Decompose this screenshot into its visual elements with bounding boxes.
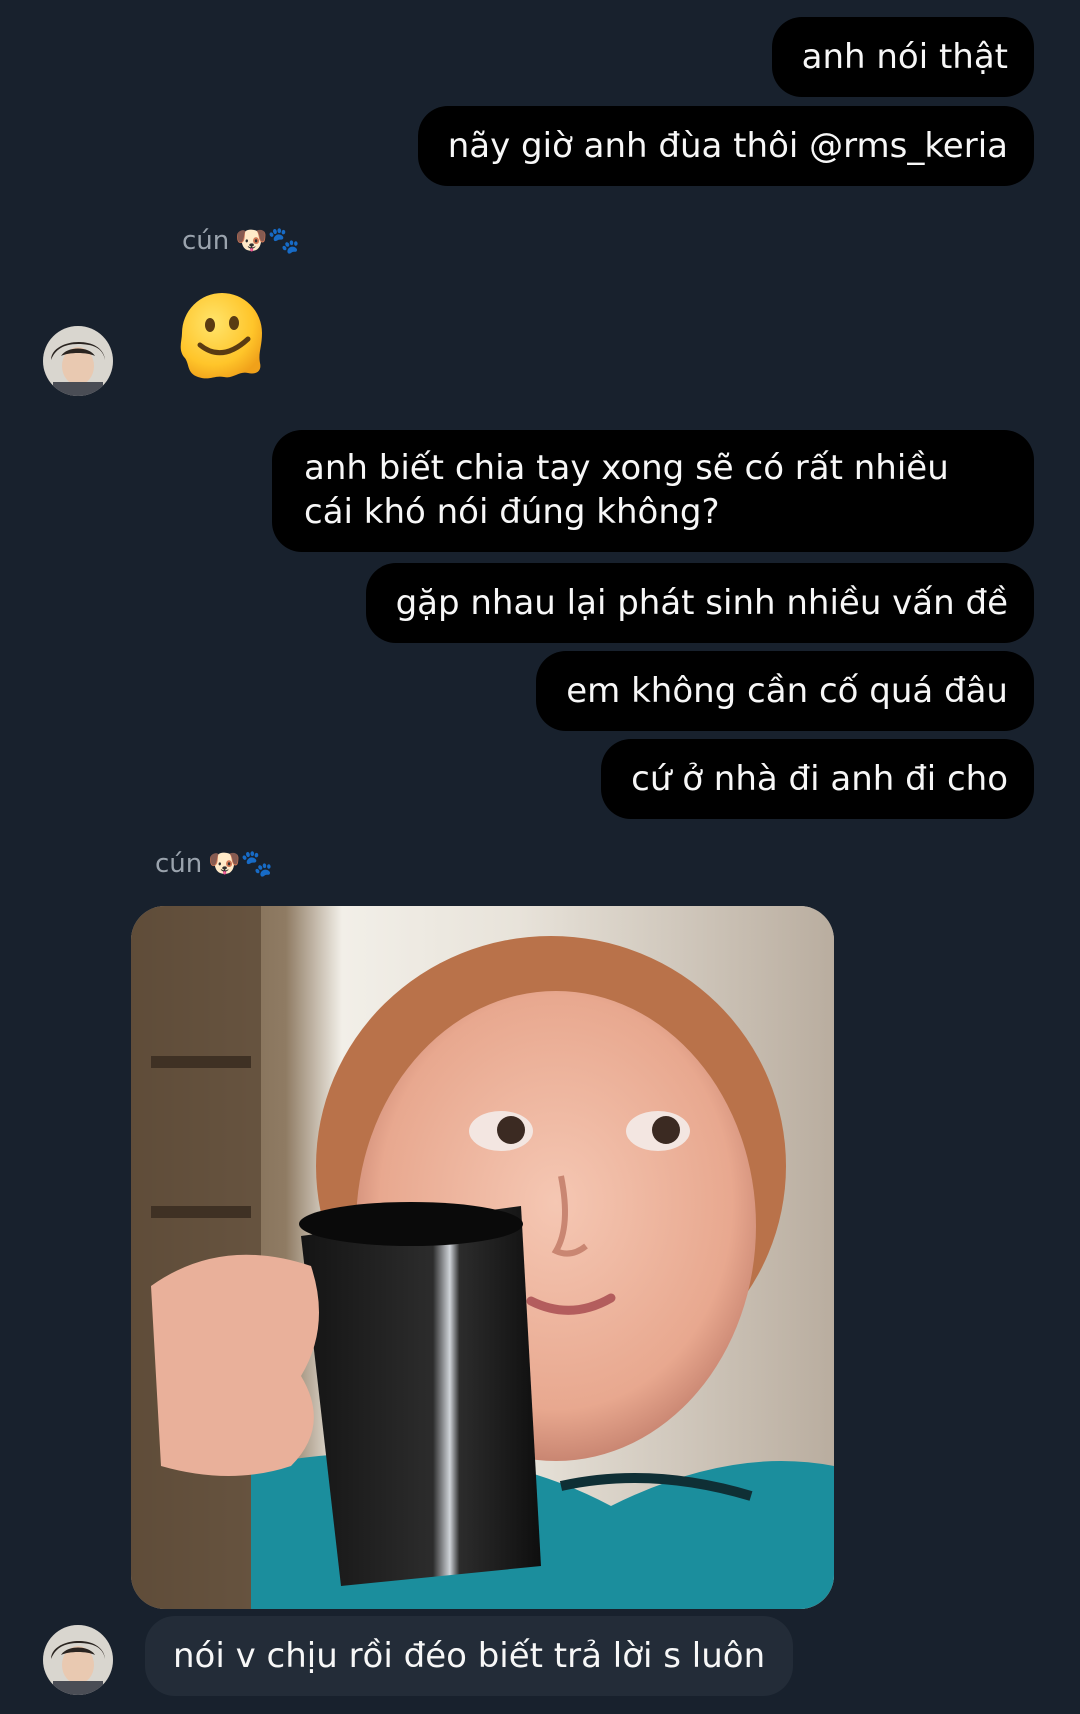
melting-face-icon[interactable]	[172, 283, 272, 383]
outgoing-message[interactable]: cứ ở nhà đi anh đi cho	[601, 739, 1034, 819]
message-text: em không cần cố quá đâu	[566, 671, 1008, 711]
sender-name: cún	[182, 226, 230, 256]
sender-label: cún 🐶🐾	[182, 226, 300, 256]
photo-message[interactable]	[131, 906, 834, 1609]
outgoing-message[interactable]: gặp nhau lại phát sinh nhiều vấn đề	[365, 563, 1034, 643]
message-text: nói v chịu rồi đéo biết trả lời s luôn	[173, 1636, 766, 1676]
message-text: anh biết chia tay xong sẽ có rất nhiều c…	[304, 448, 949, 532]
contact-avatar[interactable]	[43, 326, 113, 396]
dog-paw-emoji: 🐶🐾	[235, 226, 301, 256]
message-text: cứ ở nhà đi anh đi cho	[631, 759, 1008, 799]
sender-label: cún 🐶🐾	[155, 849, 273, 879]
outgoing-message[interactable]: anh nói thật	[771, 17, 1034, 97]
message-text: anh nói thật	[801, 37, 1008, 77]
outgoing-message[interactable]: anh biết chia tay xong sẽ có rất nhiều c…	[272, 430, 1034, 552]
sender-name: cún	[155, 849, 203, 879]
message-text: gặp nhau lại phát sinh nhiều vấn đề	[395, 583, 1008, 623]
dog-paw-emoji: 🐶🐾	[208, 849, 274, 879]
message-text: nãy giờ anh đùa thôi @rms_keria	[447, 126, 1008, 166]
outgoing-message[interactable]: em không cần cố quá đâu	[536, 651, 1034, 731]
incoming-message[interactable]: nói v chịu rồi đéo biết trả lời s luôn	[145, 1616, 794, 1696]
outgoing-message[interactable]: nãy giờ anh đùa thôi @rms_keria	[417, 106, 1034, 186]
contact-avatar[interactable]	[43, 1625, 113, 1695]
